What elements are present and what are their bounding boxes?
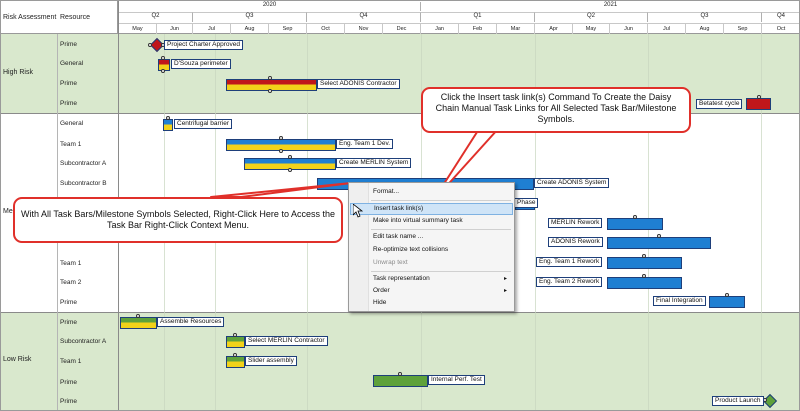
menu-item-edit-name[interactable]: Edit task name ...	[350, 231, 513, 243]
callout-text: With All Task Bars/Milestone Symbols Sel…	[21, 209, 335, 230]
menu-item-label: Task representation	[373, 275, 430, 282]
menu-separator	[371, 271, 511, 272]
menu-separator	[371, 229, 511, 230]
mouse-pointer-icon	[353, 204, 363, 218]
menu-separator	[371, 200, 511, 201]
menu-item-insert-task-links[interactable]: Insert task link(s)	[350, 203, 513, 215]
menu-item-order[interactable]: Order ▸	[350, 285, 513, 297]
submenu-arrow-icon: ▸	[503, 288, 507, 294]
submenu-arrow-icon: ▸	[503, 276, 507, 282]
menu-item-label: Order	[373, 287, 390, 294]
callout-text: Click the Insert task link(s) Command To…	[435, 92, 677, 124]
instruction-callout-top: Click the Insert task link(s) Command To…	[421, 87, 691, 133]
menu-item-reoptimize[interactable]: Re-optimize text collisions	[350, 244, 513, 256]
context-menu[interactable]: Format... Insert task link(s) Make into …	[348, 182, 515, 312]
instruction-callout-left: With All Task Bars/Milestone Symbols Sel…	[13, 197, 343, 243]
menu-item-hide[interactable]: Hide	[350, 297, 513, 309]
menu-item-virtual-summary[interactable]: Make into virtual summary task	[350, 215, 513, 227]
menu-item-task-representation[interactable]: Task representation ▸	[350, 273, 513, 285]
menu-item-format[interactable]: Format...	[350, 186, 513, 198]
gantt-window: Risk Assessment Resource 2020 2021 Q2 Q3…	[0, 0, 800, 411]
menu-item-unwrap: Unwrap text	[373, 259, 408, 266]
